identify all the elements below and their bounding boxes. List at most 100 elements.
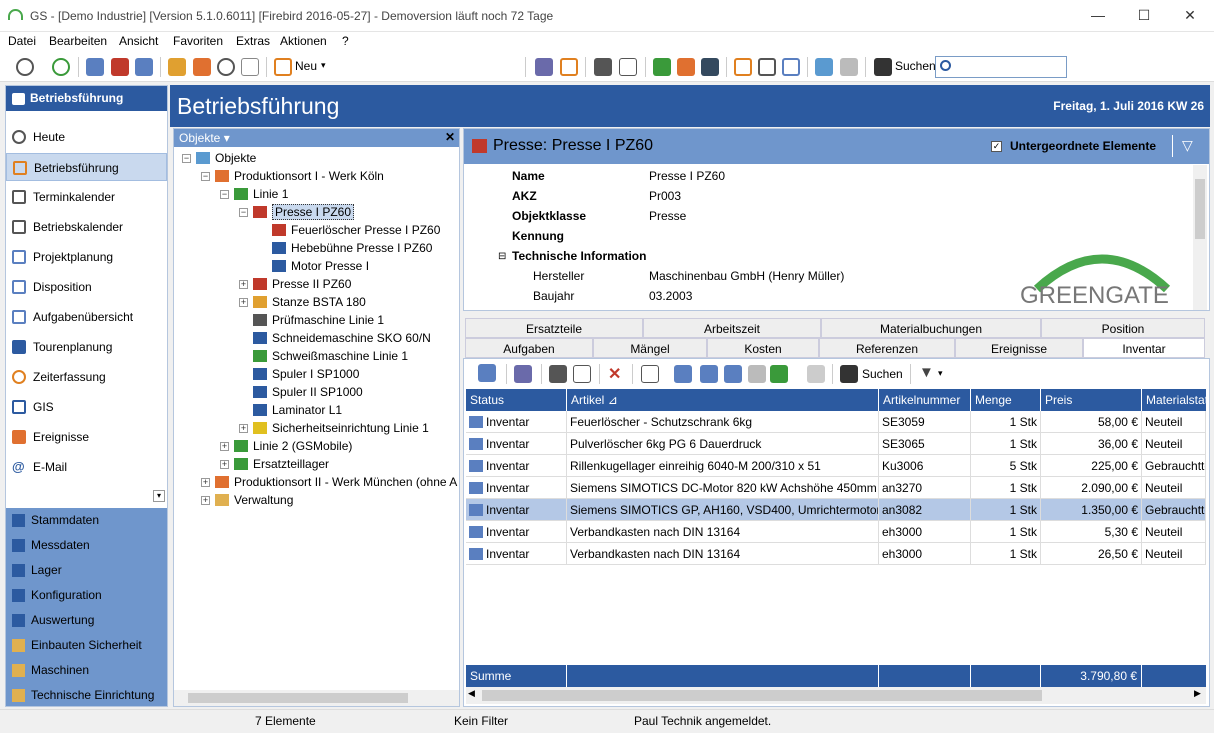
table-cell[interactable]: Rillenkugellager einreihig 6040-M 200/31…	[567, 455, 879, 477]
table-cell[interactable]: eh3000	[879, 543, 971, 565]
tree-node[interactable]: Prüfmaschine Linie 1	[253, 311, 384, 329]
table-cell[interactable]: 1.350,00 €	[1041, 499, 1142, 521]
tree-expander[interactable]: −	[220, 190, 229, 199]
tree-node[interactable]: Feuerlöscher Presse I PZ60	[272, 221, 440, 239]
menu-aktionen[interactable]: Aktionen	[280, 34, 327, 48]
search-input[interactable]	[935, 56, 1067, 78]
tree-node[interactable]: Linie 1	[234, 185, 288, 203]
tree-expander[interactable]: +	[201, 496, 210, 505]
table-cell[interactable]: 1 Stk	[971, 543, 1041, 565]
tab-ersatzteile[interactable]: Ersatzteile	[465, 318, 643, 338]
table-cell[interactable]: 1 Stk	[971, 499, 1041, 521]
undo-icon[interactable]	[807, 365, 825, 383]
module-lager[interactable]: Lager	[6, 558, 167, 583]
transfer-icon[interactable]	[770, 365, 788, 383]
group-disabled-icon[interactable]	[840, 58, 858, 76]
menu-extras[interactable]: Extras	[236, 34, 270, 48]
col-artikel[interactable]: Artikel ⊿	[567, 389, 879, 411]
nav-zeiterfassung[interactable]: Zeiterfassung	[6, 363, 167, 391]
tree-close-icon[interactable]: ✕	[445, 130, 455, 144]
close-button[interactable]: ✕	[1167, 0, 1213, 30]
back-icon[interactable]	[16, 58, 34, 76]
menu-help[interactable]: ?	[342, 34, 349, 48]
scroll-thumb[interactable]	[188, 693, 408, 703]
tree-expander[interactable]: −	[182, 154, 191, 163]
print-preview-icon[interactable]	[573, 365, 591, 383]
move-icon[interactable]	[724, 365, 742, 383]
tree-node[interactable]: Motor Presse I	[272, 257, 369, 275]
chevron-down-icon[interactable]: ▾	[938, 368, 943, 379]
sub-elements-checkbox[interactable]: ✓	[991, 141, 1002, 152]
add-inventory-icon[interactable]	[478, 364, 496, 382]
calendar-icon[interactable]	[758, 58, 776, 76]
table-cell[interactable]: Neuteil	[1142, 433, 1206, 455]
table-cell[interactable]: an3270	[879, 477, 971, 499]
pencil-icon[interactable]	[748, 365, 766, 383]
tree-node[interactable]: Presse I PZ60	[253, 203, 355, 221]
col-preis[interactable]: Preis	[1041, 389, 1142, 411]
warning-icon[interactable]	[193, 58, 211, 76]
table-cell[interactable]: Feuerlöscher - Schutzschrank 6kg	[567, 411, 879, 433]
tree-node[interactable]: Stanze BSTA 180	[253, 293, 366, 311]
module-auswertung[interactable]: Auswertung	[6, 608, 167, 633]
table-cell[interactable]: Ku3006	[879, 455, 971, 477]
table-cell[interactable]: 36,00 €	[1041, 433, 1142, 455]
tree-node[interactable]: Produktionsort II - Werk München (ohne A	[215, 473, 457, 491]
menu-ansicht[interactable]: Ansicht	[119, 34, 158, 48]
scroll-down-button[interactable]: ▾	[153, 490, 165, 502]
user-remove-icon[interactable]	[111, 58, 129, 76]
table-cell[interactable]: Gebrauchtte	[1142, 499, 1206, 521]
tree-node[interactable]: Spuler II SP1000	[253, 383, 363, 401]
table-cell[interactable]: Neuteil	[1142, 521, 1206, 543]
table-cell[interactable]: Neuteil	[1142, 411, 1206, 433]
scroll-left-icon[interactable]: ◀	[468, 688, 475, 699]
nav-gis[interactable]: GIS	[6, 393, 167, 421]
unlink-icon[interactable]	[700, 365, 718, 383]
nav-heute[interactable]: Heute	[6, 123, 167, 151]
table-cell[interactable]: 1 Stk	[971, 477, 1041, 499]
table-cell[interactable]: Gebrauchtte	[1142, 455, 1206, 477]
nav-email[interactable]: @ E-Mail	[6, 453, 167, 481]
tree-node[interactable]: Sicherheitseinrichtung Linie 1	[253, 419, 429, 437]
tree-node[interactable]: Objekte	[196, 149, 256, 167]
table-cell[interactable]: SE3059	[879, 411, 971, 433]
copy-icon[interactable]	[641, 365, 659, 383]
tree-expander[interactable]: −	[239, 208, 248, 217]
menu-favoriten[interactable]: Favoriten	[173, 34, 223, 48]
menu-bearbeiten[interactable]: Bearbeiten	[49, 34, 107, 48]
table-cell[interactable]: 26,50 €	[1041, 543, 1142, 565]
tree-expander[interactable]: −	[201, 172, 210, 181]
table-cell[interactable]: 58,00 €	[1041, 411, 1142, 433]
grid-horizontal-scrollbar[interactable]: ◀ ▶	[466, 687, 1206, 704]
tree-node[interactable]: Hebebühne Presse I PZ60	[272, 239, 432, 257]
grid-search-button[interactable]: Suchen	[862, 367, 903, 381]
module-technische-einrichtung[interactable]: Technische Einrichtung	[6, 683, 167, 708]
table-cell[interactable]: 1 Stk	[971, 521, 1041, 543]
menu-datei[interactable]: Datei	[8, 34, 36, 48]
detail-scrollbar[interactable]	[1193, 165, 1207, 310]
nav-betriebsfuehrung[interactable]: Betriebsführung	[6, 153, 167, 181]
tree-expander[interactable]: +	[239, 424, 248, 433]
tree-node[interactable]: Ersatzteillager	[234, 455, 329, 473]
module-einbauten-sicherheit[interactable]: Einbauten Sicherheit	[6, 633, 167, 658]
status-cell[interactable]: Inventar	[466, 499, 567, 521]
table-cell[interactable]: Siemens SIMOTICS DC-Motor 820 kW Achshöh…	[567, 477, 879, 499]
table-cell[interactable]: 1 Stk	[971, 411, 1041, 433]
new-button[interactable]: Neu	[295, 59, 317, 73]
table-cell[interactable]: 5,30 €	[1041, 521, 1142, 543]
tree-node[interactable]: Spuler I SP1000	[253, 365, 359, 383]
tree-horizontal-scrollbar[interactable]	[174, 690, 459, 706]
tree-node[interactable]: Produktionsort I - Werk Köln	[215, 167, 384, 185]
col-artikelnummer[interactable]: Artikelnummer	[879, 389, 971, 411]
collapse-icon[interactable]: ▽	[1182, 137, 1193, 154]
col-status[interactable]: Status	[466, 389, 567, 411]
table-cell[interactable]: Neuteil	[1142, 543, 1206, 565]
tree-node[interactable]: Laminator L1	[253, 401, 342, 419]
tree-node[interactable]: Verwaltung	[215, 491, 293, 509]
tree-expander[interactable]: +	[239, 298, 248, 307]
nav-ereignisse[interactable]: Ereignisse	[6, 423, 167, 451]
checklist-icon[interactable]	[560, 58, 578, 76]
table-cell[interactable]: an3082	[879, 499, 971, 521]
table-cell[interactable]: Siemens SIMOTICS GP, AH160, VSD400, Umri…	[567, 499, 879, 521]
forward-icon[interactable]	[52, 58, 70, 76]
